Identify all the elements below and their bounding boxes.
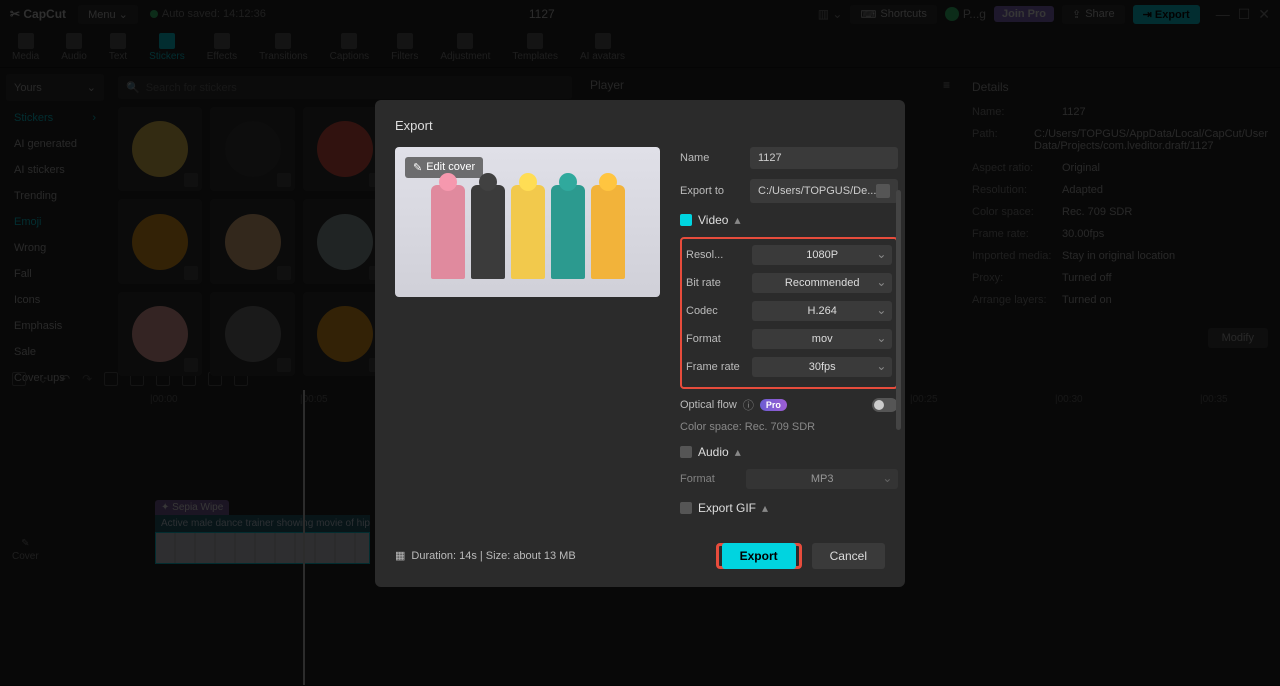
folder-icon[interactable] xyxy=(876,184,890,198)
optical-flow-label: Optical flow xyxy=(680,399,737,411)
color-space-info: Color space: Rec. 709 SDR xyxy=(680,421,898,433)
modal-scrollbar[interactable] xyxy=(896,190,901,430)
video-settings-group: Resol...1080PBit rateRecommendedCodecH.2… xyxy=(680,237,898,389)
video-section-label: Video xyxy=(698,213,728,227)
name-input[interactable]: 1127 xyxy=(750,147,898,169)
export-to-label: Export to xyxy=(680,185,750,197)
dancer-figure xyxy=(471,185,505,279)
setting-select-frame-rate[interactable]: 30fps xyxy=(752,357,892,377)
setting-select-format[interactable]: mov xyxy=(752,329,892,349)
gif-section-label: Export GIF xyxy=(698,501,756,515)
modal-title: Export xyxy=(395,118,885,133)
setting-label: Resol... xyxy=(686,249,752,261)
setting-label: Bit rate xyxy=(686,277,752,289)
setting-label: Codec xyxy=(686,305,752,317)
setting-select-codec[interactable]: H.264 xyxy=(752,301,892,321)
export-path-input[interactable]: C:/Users/TOPGUS/De... xyxy=(750,179,898,203)
setting-select-bit-rate[interactable]: Recommended xyxy=(752,273,892,293)
cover-preview: ✎ Edit cover xyxy=(395,147,660,297)
gif-checkbox[interactable] xyxy=(680,502,692,514)
name-label: Name xyxy=(680,152,750,164)
audio-format-select[interactable]: MP3 xyxy=(746,469,898,489)
dancer-figure xyxy=(431,185,465,279)
video-checkbox[interactable] xyxy=(680,214,692,226)
dancer-figure xyxy=(591,185,625,279)
dancer-figure xyxy=(551,185,585,279)
cancel-button[interactable]: Cancel xyxy=(812,543,885,569)
pro-badge: Pro xyxy=(760,399,787,411)
modal-overlay: Export ✎ Edit cover Name 1127 Export to … xyxy=(0,0,1280,686)
optical-flow-toggle[interactable] xyxy=(872,398,898,412)
setting-select-resol-[interactable]: 1080P xyxy=(752,245,892,265)
audio-checkbox[interactable] xyxy=(680,446,692,458)
audio-section-label: Audio xyxy=(698,445,729,459)
export-modal: Export ✎ Edit cover Name 1127 Export to … xyxy=(375,100,905,587)
dancer-figure xyxy=(511,185,545,279)
export-duration-info: ▦ Duration: 14s | Size: about 13 MB xyxy=(395,549,576,562)
export-confirm-button[interactable]: Export xyxy=(722,543,796,569)
setting-label: Format xyxy=(686,333,752,345)
audio-format-label: Format xyxy=(680,473,746,485)
setting-label: Frame rate xyxy=(686,361,752,373)
